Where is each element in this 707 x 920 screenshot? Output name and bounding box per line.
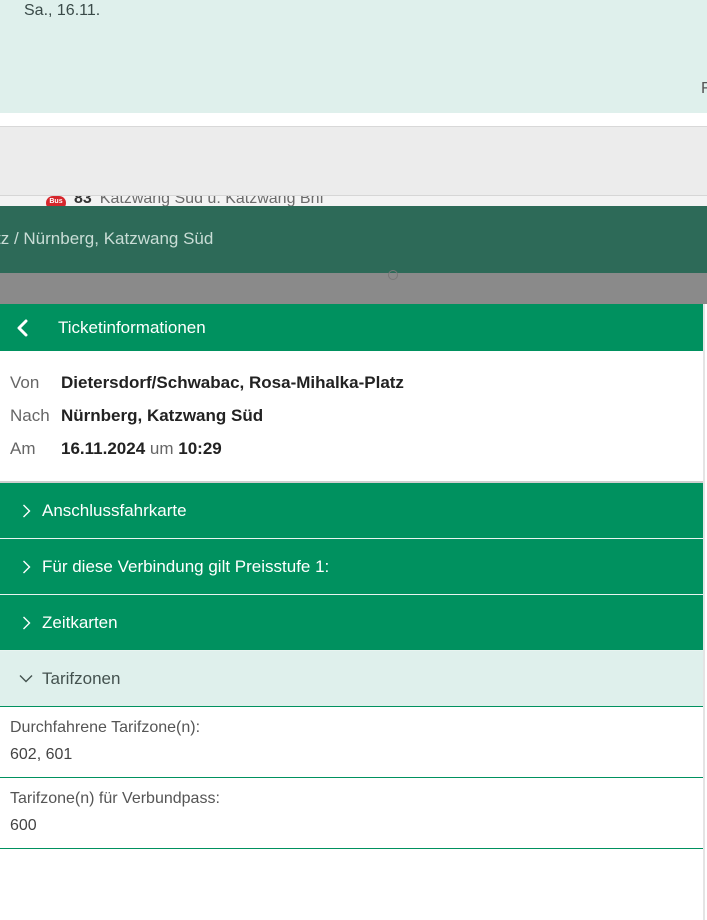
verbundpass-zones-label: Tarifzone(n) für Verbundpass: <box>10 790 220 807</box>
accordion-label: Anschlussfahrkarte <box>42 500 187 520</box>
accordion-zeitkarten[interactable]: Zeitkarten <box>0 595 703 651</box>
to-value: Nürnberg, Katzwang Süd <box>61 406 264 425</box>
to-label: Nach <box>10 406 50 425</box>
from-row: Von Dietersdorf/Schwabac, Rosa-Mihalka-P… <box>10 373 703 406</box>
panel-title: Ticketinformationen <box>58 317 206 337</box>
date-label: Sa., 16.11. <box>24 2 101 19</box>
route-banner: tz / Nürnberg, Katzwang Süd <box>0 206 707 273</box>
accordion-preisstufe[interactable]: Für diese Verbindung gilt Preisstufe 1: <box>0 539 703 595</box>
accordion-label: Zeitkarten <box>42 612 118 632</box>
trip-time: 10:29 <box>178 439 222 458</box>
clipped-text: F <box>701 80 707 97</box>
from-value: Dietersdorf/Schwabac, Rosa-Mihalka-Platz <box>61 373 404 392</box>
traversed-zones-value: 602, 601 <box>10 746 73 763</box>
chevron-down-icon <box>10 674 42 683</box>
date-header-area: Sa., 16.11. F <box>0 0 707 113</box>
to-row: Nach Nürnberg, Katzwang Süd <box>10 406 703 439</box>
accordion-anschlussfahrkarte[interactable]: Anschlussfahrkarte <box>0 483 703 539</box>
time-connector: um <box>149 439 174 458</box>
ticket-info-panel: Ticketinformationen Von Dietersdorf/Schw… <box>0 304 705 920</box>
from-label: Von <box>10 373 40 392</box>
connection-summary-area <box>0 126 707 196</box>
accordion-label: Tarifzonen <box>42 668 121 688</box>
date-label-am: Am <box>10 439 36 458</box>
panel-header: Ticketinformationen <box>0 304 703 351</box>
spacer <box>0 113 707 126</box>
datetime-value: 16.11.2024 um 10:29 <box>61 439 222 459</box>
accordion-tarifzonen[interactable]: Tarifzonen <box>0 651 703 707</box>
trip-details: Von Dietersdorf/Schwabac, Rosa-Mihalka-P… <box>0 351 703 483</box>
chevron-right-icon <box>10 560 42 574</box>
verbundpass-zones: Tarifzone(n) für Verbundpass: 600 <box>0 778 703 849</box>
verbundpass-zones-value: 600 <box>10 817 37 834</box>
traversed-zones-label: Durchfahrene Tarifzone(n): <box>10 719 201 736</box>
route-banner-text: tz / Nürnberg, Katzwang Süd <box>0 229 214 248</box>
traversed-zones: Durchfahrene Tarifzone(n): 602, 601 <box>0 707 703 778</box>
chevron-left-icon[interactable] <box>0 304 44 351</box>
circle-icon <box>388 270 398 280</box>
trip-date: 16.11.2024 <box>61 439 146 458</box>
chevron-right-icon <box>10 504 42 518</box>
chevron-right-icon <box>10 616 42 630</box>
accordion-label: Für diese Verbindung gilt Preisstufe 1: <box>42 556 330 576</box>
overlay-dim <box>0 270 707 304</box>
datetime-row: Am 16.11.2024 um 10:29 <box>10 439 703 472</box>
